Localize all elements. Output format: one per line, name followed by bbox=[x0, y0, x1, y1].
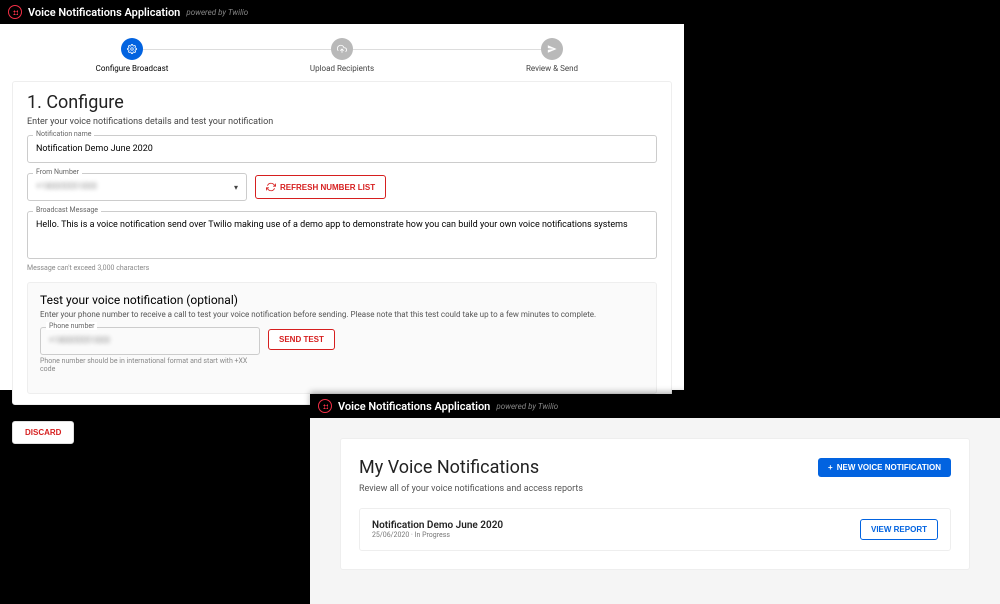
test-phone-input[interactable]: +18005551000 bbox=[40, 327, 260, 355]
from-number-value: +18005551000 bbox=[36, 182, 97, 192]
listing-title: My Voice Notifications bbox=[359, 457, 539, 478]
button-label: NEW VOICE NOTIFICATION bbox=[837, 463, 941, 472]
field-help: Phone number should be in international … bbox=[40, 357, 260, 373]
page-title: 1. Configure bbox=[27, 92, 657, 113]
gear-icon bbox=[121, 38, 143, 60]
notification-name-input[interactable] bbox=[27, 135, 657, 163]
step-configure[interactable]: Configure Broadcast bbox=[72, 38, 192, 73]
field-legend: From Number bbox=[33, 168, 82, 176]
notification-name: Notification Demo June 2020 bbox=[372, 520, 503, 531]
step-label: Review & Send bbox=[526, 64, 578, 73]
discard-button[interactable]: DISCARD bbox=[12, 421, 74, 444]
topbar: Voice Notifications Application powered … bbox=[0, 0, 684, 24]
test-desc: Enter your phone number to receive a cal… bbox=[40, 310, 644, 319]
refresh-icon bbox=[266, 182, 276, 192]
chevron-down-icon: ▾ bbox=[234, 183, 238, 192]
configure-window: Voice Notifications Application powered … bbox=[0, 0, 684, 390]
listing-window: Voice Notifications Application powered … bbox=[310, 394, 1000, 604]
new-voice-notification-button[interactable]: + NEW VOICE NOTIFICATION bbox=[818, 458, 951, 477]
broadcast-message-field: Broadcast Message Message can't exceed 3… bbox=[27, 211, 657, 272]
test-title: Test your voice notification (optional) bbox=[40, 293, 644, 307]
step-review[interactable]: Review & Send bbox=[492, 38, 612, 73]
step-label: Configure Broadcast bbox=[96, 64, 169, 73]
test-phone-value: +18005551000 bbox=[49, 336, 110, 346]
field-legend: Broadcast Message bbox=[33, 206, 101, 214]
notification-name-field: Notification name bbox=[27, 135, 657, 163]
powered-by: powered by Twilio bbox=[496, 402, 558, 411]
button-label: VIEW REPORT bbox=[871, 525, 927, 534]
listing-subtext: Review all of your voice notifications a… bbox=[359, 484, 951, 494]
app-title: Voice Notifications Application bbox=[28, 6, 180, 19]
stepper: Configure Broadcast Upload Recipients Re… bbox=[12, 32, 672, 79]
from-number-field: From Number +18005551000 ▾ bbox=[27, 173, 247, 201]
view-report-button[interactable]: VIEW REPORT bbox=[860, 519, 938, 540]
twilio-logo-icon bbox=[8, 5, 22, 19]
twilio-logo-icon bbox=[318, 399, 332, 413]
powered-by: powered by Twilio bbox=[186, 8, 248, 17]
send-test-button[interactable]: SEND TEST bbox=[268, 329, 335, 350]
page-subtext: Enter your voice notifications details a… bbox=[27, 117, 657, 127]
step-upload[interactable]: Upload Recipients bbox=[282, 38, 402, 73]
from-number-select[interactable]: +18005551000 ▾ bbox=[27, 173, 247, 201]
upload-icon bbox=[331, 38, 353, 60]
test-notification-box: Test your voice notification (optional) … bbox=[27, 282, 657, 394]
field-legend: Notification name bbox=[33, 130, 94, 138]
topbar: Voice Notifications Application powered … bbox=[310, 394, 1000, 418]
send-icon bbox=[541, 38, 563, 60]
refresh-number-button[interactable]: REFRESH NUMBER LIST bbox=[255, 175, 386, 199]
step-label: Upload Recipients bbox=[310, 64, 374, 73]
button-label: DISCARD bbox=[25, 428, 61, 437]
notification-row: Notification Demo June 2020 25/06/2020 ·… bbox=[359, 508, 951, 551]
test-phone-field: Phone number +18005551000 Phone number s… bbox=[40, 327, 260, 373]
listing-card: My Voice Notifications + NEW VOICE NOTIF… bbox=[340, 438, 970, 570]
button-label: REFRESH NUMBER LIST bbox=[280, 183, 375, 192]
field-help: Message can't exceed 3,000 characters bbox=[27, 264, 657, 272]
app-title: Voice Notifications Application bbox=[338, 400, 490, 413]
field-legend: Phone number bbox=[46, 322, 97, 330]
configure-card: 1. Configure Enter your voice notificati… bbox=[12, 81, 672, 405]
button-label: SEND TEST bbox=[279, 335, 324, 344]
notification-meta: 25/06/2020 · In Progress bbox=[372, 531, 503, 539]
plus-icon: + bbox=[828, 463, 833, 472]
broadcast-message-input[interactable] bbox=[27, 211, 657, 259]
